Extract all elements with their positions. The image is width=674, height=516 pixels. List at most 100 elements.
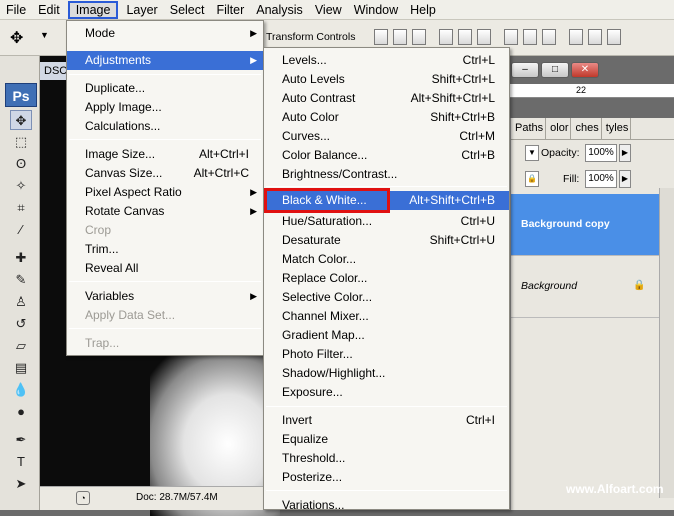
status-bar: ◔ Doc: 28.7M/57.4M [40, 486, 270, 510]
brush-tool-icon[interactable]: ✎ [10, 270, 32, 290]
lock-icon[interactable]: 🔒 [525, 171, 539, 187]
menu-item-desaturate[interactable]: Desaturate Shift+Ctrl+U [264, 231, 509, 250]
move-tool-icon[interactable]: ✥ [10, 110, 32, 130]
menu-item-hue-saturation[interactable]: Hue/Saturation... Ctrl+U [264, 212, 509, 231]
menu-item-invert[interactable]: Invert Ctrl+I [264, 411, 509, 430]
menu-item-calculations[interactable]: Calculations... [67, 117, 263, 136]
move-tool-icon[interactable]: ✥ [10, 28, 23, 48]
menu-layer[interactable]: Layer [120, 1, 163, 19]
opacity-field[interactable]: 100% [585, 144, 617, 162]
menu-item-selective-color[interactable]: Selective Color... [264, 288, 509, 307]
menu-item-brightness-contrast[interactable]: Brightness/Contrast... [264, 165, 509, 184]
distribute-top-icon[interactable] [504, 29, 518, 45]
menu-image[interactable]: Image [67, 0, 119, 19]
menu-bar: File Edit Image Layer Select Filter Anal… [0, 0, 674, 20]
blend-mode-dropdown-icon[interactable]: ▼ [525, 145, 539, 161]
tab-paths[interactable]: Paths [511, 118, 547, 139]
menu-filter[interactable]: Filter [210, 1, 250, 19]
tool-preset-dropdown-icon[interactable]: ▼ [40, 30, 49, 40]
slice-tool-icon[interactable]: ⁄ [10, 220, 32, 240]
layers-scrollbar[interactable] [659, 188, 674, 498]
align-bottom-icon[interactable] [412, 29, 426, 45]
maximize-icon[interactable]: □ [541, 62, 569, 78]
menu-item-equalize[interactable]: Equalize [264, 430, 509, 449]
menu-help[interactable]: Help [404, 1, 442, 19]
distribute-vcenter-icon[interactable] [523, 29, 537, 45]
fill-arrow-icon[interactable]: ▶ [619, 170, 631, 188]
distribute-hcenter-icon[interactable] [588, 29, 602, 45]
menu-window[interactable]: Window [348, 1, 404, 19]
menu-item-trim[interactable]: Trim... [67, 240, 263, 259]
menu-item-adjustments[interactable]: Adjustments ▶ [67, 51, 263, 70]
clone-stamp-tool-icon[interactable]: ♙ [10, 292, 32, 312]
marquee-tool-icon[interactable]: ⬚ [10, 132, 32, 152]
lasso-tool-icon[interactable]: ʘ [10, 154, 32, 174]
menu-item-threshold[interactable]: Threshold... [264, 449, 509, 468]
menu-item-exposure[interactable]: Exposure... [264, 383, 509, 402]
align-hcenter-icon[interactable] [458, 29, 472, 45]
menu-item-apply-image[interactable]: Apply Image... [67, 98, 263, 117]
menu-item-curves[interactable]: Curves... Ctrl+M [264, 127, 509, 146]
dodge-tool-icon[interactable]: ● [10, 402, 32, 422]
menu-item-channel-mixer[interactable]: Channel Mixer... [264, 307, 509, 326]
tab-styles[interactable]: tyles [602, 118, 632, 139]
menu-item-gradient-map[interactable]: Gradient Map... [264, 326, 509, 345]
layer-background[interactable]: Background 🔒 [511, 256, 659, 318]
menu-item-posterize[interactable]: Posterize... [264, 468, 509, 487]
menu-item-auto-levels[interactable]: Auto Levels Shift+Ctrl+L [264, 70, 509, 89]
menu-item-image-size[interactable]: Image Size... Alt+Ctrl+I [67, 145, 263, 164]
lock-icon: 🔒 [633, 280, 646, 291]
menu-item-reveal-all[interactable]: Reveal All [67, 259, 263, 278]
document-size[interactable]: Doc: 28.7M/57.4M [136, 487, 218, 509]
pen-tool-icon[interactable]: ✒ [10, 430, 32, 450]
menu-item-canvas-size[interactable]: Canvas Size... Alt+Ctrl+C [67, 164, 263, 183]
distribute-bottom-icon[interactable] [542, 29, 556, 45]
opacity-arrow-icon[interactable]: ▶ [619, 144, 631, 162]
history-brush-tool-icon[interactable]: ↺ [10, 314, 32, 334]
align-top-icon[interactable] [374, 29, 388, 45]
menu-item-levels[interactable]: Levels... Ctrl+L [264, 51, 509, 70]
menu-item-auto-color[interactable]: Auto Color Shift+Ctrl+B [264, 108, 509, 127]
tab-swatches[interactable]: ches [571, 118, 602, 139]
status-menu-icon[interactable]: ◔ [76, 491, 90, 505]
eraser-tool-icon[interactable]: ▱ [10, 336, 32, 356]
menu-item-auto-contrast[interactable]: Auto Contrast Alt+Shift+Ctrl+L [264, 89, 509, 108]
menu-item-shadow-highlight[interactable]: Shadow/Highlight... [264, 364, 509, 383]
type-tool-icon[interactable]: T [10, 452, 32, 472]
distribute-left-icon[interactable] [569, 29, 583, 45]
align-right-icon[interactable] [477, 29, 491, 45]
blur-tool-icon[interactable]: 💧 [10, 380, 32, 400]
menu-item-pixel-aspect-ratio[interactable]: Pixel Aspect Ratio ▶ [67, 183, 263, 202]
menu-item-duplicate[interactable]: Duplicate... [67, 79, 263, 98]
distribute-right-icon[interactable] [607, 29, 621, 45]
menu-item-photo-filter[interactable]: Photo Filter... [264, 345, 509, 364]
menu-file[interactable]: File [0, 1, 32, 19]
minimize-icon[interactable]: – [511, 62, 539, 78]
menu-item-color-balance[interactable]: Color Balance... Ctrl+B [264, 146, 509, 165]
transform-controls-checkbox-label[interactable]: Transform Controls [266, 31, 355, 43]
healing-brush-tool-icon[interactable]: ✚ [10, 248, 32, 268]
menu-item-variables[interactable]: Variables ▶ [67, 287, 263, 306]
menu-item-rotate-canvas[interactable]: Rotate Canvas ▶ [67, 202, 263, 221]
gradient-tool-icon[interactable]: ▤ [10, 358, 32, 378]
menu-view[interactable]: View [309, 1, 348, 19]
align-vcenter-icon[interactable] [393, 29, 407, 45]
menu-item-variations[interactable]: Variations... [264, 496, 509, 515]
layer-background-copy[interactable]: Background copy [511, 194, 659, 256]
menu-item-match-color[interactable]: Match Color... [264, 250, 509, 269]
menu-edit[interactable]: Edit [32, 1, 66, 19]
menu-item-mode[interactable]: Mode ▶ [67, 24, 263, 43]
menu-select[interactable]: Select [164, 1, 211, 19]
layer-name: Background [521, 280, 578, 292]
menu-analysis[interactable]: Analysis [250, 1, 309, 19]
fill-field[interactable]: 100% [585, 170, 617, 188]
close-icon[interactable]: ✕ [571, 62, 599, 78]
path-selection-tool-icon[interactable]: ➤ [10, 474, 32, 494]
menu-item-replace-color[interactable]: Replace Color... [264, 269, 509, 288]
window-controls: – □ ✕ [505, 62, 615, 84]
crop-tool-icon[interactable]: ⌗ [10, 198, 32, 218]
align-left-icon[interactable] [439, 29, 453, 45]
tab-color[interactable]: olor [546, 118, 572, 139]
align-buttons [374, 29, 621, 45]
magic-wand-tool-icon[interactable]: ✧ [10, 176, 32, 196]
